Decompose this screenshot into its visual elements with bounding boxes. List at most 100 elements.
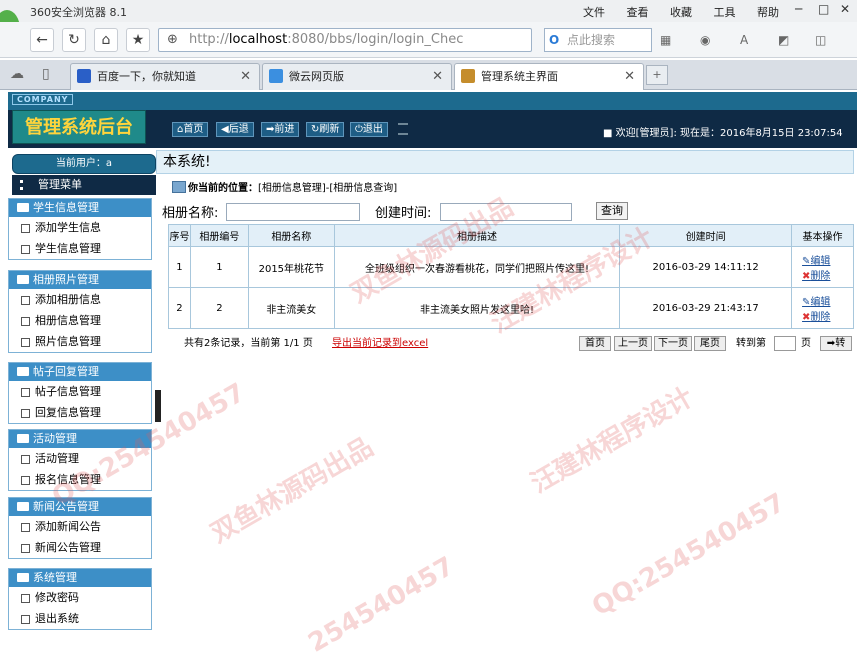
page-icon[interactable]: ▯ bbox=[42, 66, 50, 82]
browser-search-input[interactable]: O 点此搜索 bbox=[544, 28, 652, 52]
translate-icon[interactable]: A bbox=[740, 33, 748, 47]
sidebar-group: 相册照片管理 添加相册信息 相册信息管理 照片信息管理 bbox=[8, 270, 152, 353]
extensions-icon[interactable]: ◫ bbox=[815, 33, 826, 47]
back-button[interactable]: ◀后退 bbox=[216, 122, 254, 137]
folder-icon bbox=[17, 367, 29, 376]
export-excel-link[interactable]: 导出当前记录到excel bbox=[332, 334, 428, 354]
page-number-input[interactable] bbox=[774, 336, 796, 351]
sidebar-group-header[interactable]: 学生信息管理 bbox=[9, 199, 151, 217]
sidebar-group-header[interactable]: 相册照片管理 bbox=[9, 271, 151, 289]
col-actions: 基本操作 bbox=[791, 224, 854, 247]
album-table: 序号 相册编号 相册名称 相册描述 创建时间 基本操作 1 1 2015年桃花节 全班… bbox=[168, 224, 854, 329]
cell-name: 2015年桃花节 bbox=[247, 246, 335, 288]
home-icon[interactable]: ⌂ bbox=[94, 28, 118, 52]
sidebar-group-header[interactable]: 活动管理 bbox=[9, 430, 151, 448]
menu-favorites[interactable]: 收藏 bbox=[670, 6, 692, 19]
grip-icon bbox=[398, 123, 408, 135]
go-button[interactable]: ➡转 bbox=[820, 336, 852, 351]
search-row: 相册名称: bbox=[162, 202, 218, 221]
menu-help[interactable]: 帮助 bbox=[757, 6, 779, 19]
sidebar-item[interactable]: 回复信息管理 bbox=[9, 402, 151, 423]
menu-file[interactable]: 文件 bbox=[583, 6, 605, 19]
edit-link[interactable]: ✎编辑 bbox=[792, 252, 853, 267]
create-time-input[interactable] bbox=[440, 203, 572, 221]
sidebar-item[interactable]: 照片信息管理 bbox=[9, 331, 151, 352]
collapse-sidebar-handle[interactable] bbox=[155, 390, 161, 422]
pager-bar: 共有2条记录，当前第 1/1 页 导出当前记录到excel 首页 上一页 下一页… bbox=[168, 334, 854, 354]
cloud-icon[interactable]: ☁ bbox=[10, 66, 24, 82]
sidebar-item[interactable]: 相册信息管理 bbox=[9, 310, 151, 331]
sidebar-group: 系统管理 修改密码 退出系统 bbox=[8, 568, 152, 630]
cell-desc: 非主流美女照片发这里哈! bbox=[333, 287, 621, 329]
prev-page-button[interactable]: 上一页 bbox=[614, 336, 652, 351]
cell-no: 2 bbox=[168, 287, 191, 329]
breadcrumb: 你当前的位置：[相册信息管理]-[相册信息查询] bbox=[170, 179, 397, 194]
tab-baidu[interactable]: 百度一下，你就知道 ✕ bbox=[70, 63, 260, 90]
sidebar-group-header[interactable]: 系统管理 bbox=[9, 569, 151, 587]
sidebar-item[interactable]: 添加相册信息 bbox=[9, 289, 151, 310]
menu-view[interactable]: 查看 bbox=[627, 6, 649, 19]
grid-apps-icon[interactable]: ▦ bbox=[660, 33, 671, 47]
cell-name: 非主流美女 bbox=[247, 287, 335, 329]
sidebar-item[interactable]: 修改密码 bbox=[9, 587, 151, 608]
sidebar-group: 新闻公告管理 添加新闻公告 新闻公告管理 bbox=[8, 497, 152, 559]
folder-icon bbox=[17, 573, 29, 582]
sidebar-group: 活动管理 活动管理 报名信息管理 bbox=[8, 429, 152, 491]
sidebar-item[interactable]: 报名信息管理 bbox=[9, 469, 151, 490]
security-icon[interactable]: ◉ bbox=[700, 33, 710, 47]
edit-link[interactable]: ✎编辑 bbox=[792, 293, 853, 308]
close-tab-icon[interactable]: ✕ bbox=[240, 64, 251, 89]
tab-weiyun[interactable]: 微云网页版 ✕ bbox=[262, 63, 452, 90]
query-button[interactable]: 查询 bbox=[596, 202, 628, 220]
watermark: 汪建林程序设计 bbox=[525, 382, 699, 500]
cell-id: 1 bbox=[189, 246, 249, 288]
table-row: 1 1 2015年桃花节 全班级组织一次春游看桃花，同学们把照片传这里! 2016-03… bbox=[168, 246, 854, 288]
tab-label: 微云网页版 bbox=[289, 70, 344, 83]
refresh-button[interactable]: ↻刷新 bbox=[306, 122, 345, 137]
sidebar-group: 学生信息管理 添加学生信息 学生信息管理 bbox=[8, 198, 152, 260]
sidebar-group-header[interactable]: 帖子回复管理 bbox=[9, 363, 151, 381]
sidebar-item[interactable]: 退出系统 bbox=[9, 608, 151, 629]
folder-icon bbox=[17, 434, 29, 443]
watermark: 双鱼林源码出品 bbox=[205, 432, 379, 550]
star-icon[interactable]: ★ bbox=[126, 28, 150, 52]
goto-label: 转到第 bbox=[736, 338, 766, 349]
maximize-icon[interactable]: □ bbox=[818, 2, 829, 16]
header-top-strip: COMPANY bbox=[8, 92, 857, 110]
last-page-button[interactable]: 尾页 bbox=[694, 336, 726, 351]
cell-time: 2016-03-29 21:43:17 bbox=[619, 287, 793, 329]
name-label: 相册名称: bbox=[162, 206, 219, 221]
watermark: 254540457 bbox=[303, 551, 460, 659]
first-page-button[interactable]: 首页 bbox=[579, 336, 611, 351]
record-summary: 共有2条记录，当前第 1/1 页 bbox=[184, 338, 313, 349]
close-tab-icon[interactable]: ✕ bbox=[624, 64, 635, 89]
close-window-icon[interactable]: ✕ bbox=[840, 2, 850, 16]
address-bar[interactable]: ⊕ http://localhost:8080/bbs/login/login_… bbox=[158, 28, 532, 52]
delete-link[interactable]: ✖删除 bbox=[792, 308, 853, 323]
back-arrow-icon[interactable]: ← bbox=[30, 28, 54, 52]
menu-icon bbox=[20, 180, 32, 190]
home-button[interactable]: ⌂首页 bbox=[172, 122, 209, 137]
sidebar-group-header[interactable]: 新闻公告管理 bbox=[9, 498, 151, 516]
close-tab-icon[interactable]: ✕ bbox=[432, 64, 443, 89]
minimize-icon[interactable]: ─ bbox=[795, 2, 802, 16]
tab-admin[interactable]: 管理系统主界面 ✕ bbox=[454, 63, 644, 90]
sidebar-item[interactable]: 添加学生信息 bbox=[9, 217, 151, 238]
cell-actions: ✎编辑 ✖删除 bbox=[791, 246, 854, 288]
refresh-icon[interactable]: ↻ bbox=[62, 28, 86, 52]
sidebar-item[interactable]: 活动管理 bbox=[9, 448, 151, 469]
new-tab-button[interactable]: + bbox=[646, 65, 668, 85]
menu-tools[interactable]: 工具 bbox=[714, 6, 736, 19]
logout-button[interactable]: ⏻退出 bbox=[350, 122, 388, 137]
sidebar-item[interactable]: 帖子信息管理 bbox=[9, 381, 151, 402]
album-name-input[interactable] bbox=[226, 203, 360, 221]
page-unit: 页 bbox=[801, 338, 811, 349]
screenshot-icon[interactable]: ◩ bbox=[778, 33, 789, 47]
sidebar-item[interactable]: 学生信息管理 bbox=[9, 238, 151, 259]
next-page-button[interactable]: 下一页 bbox=[654, 336, 692, 351]
forward-button[interactable]: ➡前进 bbox=[261, 122, 300, 137]
sidebar-item[interactable]: 添加新闻公告 bbox=[9, 516, 151, 537]
sidebar-item[interactable]: 新闻公告管理 bbox=[9, 537, 151, 558]
cell-id: 2 bbox=[189, 287, 249, 329]
delete-link[interactable]: ✖删除 bbox=[792, 267, 853, 282]
